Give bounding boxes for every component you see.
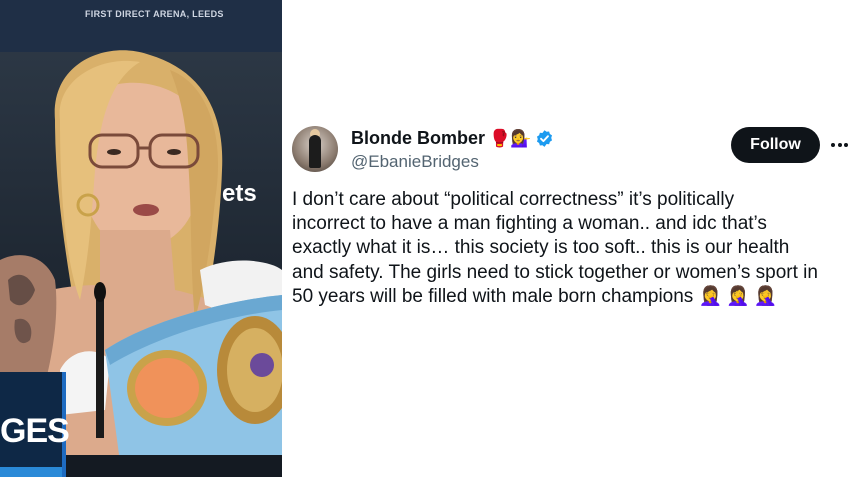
more-options-icon[interactable]	[831, 130, 848, 160]
tweet-line: and safety. The girls need to stick toge…	[292, 261, 818, 283]
follow-button[interactable]: Follow	[731, 127, 820, 163]
display-name[interactable]: Blonde Bomber	[351, 128, 485, 149]
user-handle[interactable]: @EbanieBridges	[351, 152, 479, 172]
tweet-line: I don’t care about “political correctnes…	[292, 189, 735, 210]
name-emojis: 🥊💁‍♀️	[489, 128, 532, 148]
press-conference-photo: FIRST DIRECT ARENA, LEEDS ets GES	[0, 0, 282, 477]
tweet-line: exactly what it is… this society is too …	[292, 237, 790, 259]
more-dot	[844, 143, 848, 147]
placard-text: GES	[0, 412, 70, 450]
tweet-line-last: 50 years will be filled with male born c…	[292, 285, 848, 309]
more-dot	[831, 143, 835, 147]
verified-badge-icon[interactable]	[535, 129, 554, 148]
author-name-row: Blonde Bomber 🥊💁‍♀️	[351, 128, 554, 149]
tweet-line: incorrect to have a man fighting a woman…	[292, 213, 767, 235]
facepalm-emojis: 🤦‍♀️🤦‍♀️🤦‍♀️	[698, 285, 782, 307]
placard-stripe	[0, 467, 62, 477]
name-placard: GES	[0, 372, 70, 477]
sponsor-logo-text: ets	[222, 180, 257, 207]
avatar-figure	[309, 135, 321, 168]
tweet-line-text: 50 years will be filled with male born c…	[292, 285, 694, 307]
avatar[interactable]	[292, 126, 338, 172]
tweet-card: Blonde Bomber 🥊💁‍♀️ @EbanieBridges Follo…	[286, 0, 848, 477]
tweet-text: I don’t care about “political correctnes…	[292, 188, 848, 309]
more-dot	[837, 143, 842, 147]
